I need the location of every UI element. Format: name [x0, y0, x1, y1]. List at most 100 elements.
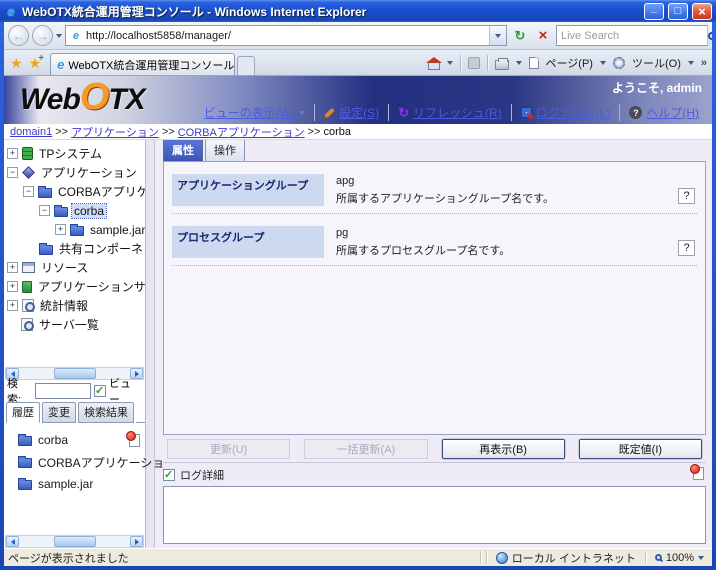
tree-item-resources[interactable]: リソース: [4, 258, 145, 277]
expand-icon[interactable]: [7, 281, 18, 292]
refresh-link[interactable]: リフレッシュ(R): [413, 104, 502, 121]
search-go-button[interactable]: [707, 26, 712, 45]
history-horizontal-scrollbar[interactable]: [5, 535, 144, 548]
tab-changes[interactable]: 変更: [42, 402, 76, 423]
print-dropdown-icon[interactable]: [516, 61, 522, 65]
search-input[interactable]: [557, 30, 707, 42]
expand-icon[interactable]: [7, 262, 18, 273]
zoom-dropdown-icon[interactable]: [698, 556, 704, 560]
tab-operations[interactable]: 操作: [205, 140, 245, 161]
zoom-control[interactable]: 100%: [651, 552, 708, 564]
tree-search-input[interactable]: [35, 383, 91, 399]
tree-item-application-server[interactable]: アプリケーションサーバ: [4, 277, 145, 296]
menu-item-settings[interactable]: 設定(S): [314, 104, 388, 121]
tree-item-shared-components[interactable]: 共有コンポーネント: [4, 239, 145, 258]
log-detail-checkbox[interactable]: [163, 469, 175, 481]
field-value[interactable]: apg: [336, 175, 697, 187]
maximize-button[interactable]: [668, 3, 688, 20]
history-item-label[interactable]: CORBAアプリケーショ: [38, 454, 164, 471]
field-help-button[interactable]: ?: [678, 188, 695, 204]
tree-item-tp-system[interactable]: TPシステム: [4, 144, 145, 163]
collapse-icon[interactable]: [39, 205, 50, 216]
default-value-button[interactable]: 既定値(I): [579, 439, 702, 459]
print-icon[interactable]: [495, 60, 509, 70]
tree-item-label[interactable]: TPシステム: [37, 145, 104, 162]
home-icon[interactable]: [428, 62, 440, 70]
feeds-icon[interactable]: [468, 57, 480, 69]
menu-item-refresh[interactable]: リフレッシュ(R): [388, 104, 511, 121]
tools-menu-button[interactable]: ツール(O): [632, 55, 681, 71]
back-button[interactable]: [8, 25, 29, 46]
log-alert-icon[interactable]: [129, 434, 140, 447]
home-dropdown-icon[interactable]: [447, 61, 453, 65]
breadcrumb-domain1[interactable]: domain1: [10, 126, 52, 138]
new-tab-stub[interactable]: [237, 56, 255, 75]
field-value[interactable]: pg: [336, 227, 697, 239]
scroll-thumb[interactable]: [54, 368, 96, 379]
history-dropdown-icon[interactable]: [56, 34, 62, 38]
tree-item-server-list[interactable]: サーバ一覧: [4, 315, 145, 334]
tree-item-label[interactable]: リソース: [39, 259, 90, 276]
tree-item-label[interactable]: corba: [72, 204, 106, 218]
help-link[interactable]: ヘルプ(H): [646, 104, 699, 121]
breadcrumb-corba-applications[interactable]: CORBAアプリケーション: [178, 124, 305, 140]
history-item-label[interactable]: corba: [38, 433, 68, 447]
breadcrumb-applications[interactable]: アプリケーション: [71, 124, 159, 140]
scroll-left-icon[interactable]: [6, 536, 19, 547]
forward-button[interactable]: [32, 25, 53, 46]
url-dropdown-button[interactable]: [489, 26, 506, 45]
tree-item-label[interactable]: サーバ一覧: [37, 316, 101, 333]
page-menu-button[interactable]: ページ(P): [546, 55, 593, 71]
add-favorite-icon[interactable]: [29, 55, 42, 72]
scroll-right-icon[interactable]: [130, 536, 143, 547]
history-item-sample-jar[interactable]: sample.jar: [4, 473, 145, 495]
expand-icon[interactable]: [7, 148, 18, 159]
page-icon[interactable]: [529, 57, 539, 69]
scroll-thumb[interactable]: [54, 536, 96, 547]
collapse-icon[interactable]: [23, 186, 34, 197]
menu-item-view[interactable]: ビューの表示(W): [195, 104, 314, 121]
tree-item-statistics[interactable]: 統計情報: [4, 296, 145, 315]
panel-divider[interactable]: [146, 140, 155, 548]
log-alert-icon[interactable]: [693, 467, 704, 480]
logout-link[interactable]: ログアウト(L): [536, 104, 611, 121]
gear-icon[interactable]: [613, 57, 625, 69]
collapse-icon[interactable]: [7, 167, 18, 178]
view-menu-dropdown-icon[interactable]: [299, 111, 305, 115]
tree-item-corba-applications[interactable]: CORBAアプリケーショ: [4, 182, 145, 201]
tree-item-applications[interactable]: アプリケーション: [4, 163, 145, 182]
minimize-button[interactable]: [644, 3, 664, 20]
browser-tab[interactable]: WebOTX統合運用管理コンソール: [50, 53, 235, 75]
redisplay-button[interactable]: 再表示(B): [442, 439, 565, 459]
stop-button[interactable]: [533, 26, 553, 46]
field-help-button[interactable]: ?: [678, 240, 695, 256]
menu-item-help[interactable]: ヘルプ(H): [619, 104, 708, 121]
log-output-area[interactable]: [163, 486, 706, 544]
settings-link[interactable]: 設定(S): [339, 104, 379, 121]
close-button[interactable]: [692, 3, 712, 20]
favorites-icon[interactable]: [10, 55, 23, 72]
tab-attributes[interactable]: 属性: [163, 140, 203, 161]
refresh-button[interactable]: [510, 26, 530, 46]
expand-icon[interactable]: [55, 224, 66, 235]
url-text[interactable]: http://localhost5858/manager/: [86, 30, 486, 42]
tree-item-label[interactable]: sample.jar: [88, 223, 145, 237]
expand-icon[interactable]: [7, 300, 18, 311]
view-checkbox[interactable]: [94, 385, 106, 397]
tools-dropdown-icon[interactable]: [688, 61, 694, 65]
tree-item-label[interactable]: 統計情報: [38, 297, 90, 314]
tree-item-label[interactable]: CORBAアプリケーショ: [56, 183, 145, 200]
live-search-box[interactable]: [556, 25, 708, 46]
tree-item-corba[interactable]: corba: [4, 201, 145, 220]
tree-item-label[interactable]: 共有コンポーネント: [57, 240, 145, 257]
zoom-level[interactable]: 100%: [666, 552, 694, 564]
tab-search-results[interactable]: 検索結果: [78, 402, 134, 423]
more-commands-button[interactable]: »: [701, 57, 707, 69]
page-dropdown-icon[interactable]: [600, 61, 606, 65]
tab-history[interactable]: 履歴: [6, 402, 40, 423]
url-field[interactable]: http://localhost5858/manager/: [65, 25, 507, 46]
history-item-corba[interactable]: corba: [4, 429, 145, 451]
history-item-label[interactable]: sample.jar: [38, 477, 93, 491]
menu-item-logout[interactable]: ログアウト(L): [511, 104, 620, 121]
tree-item-label[interactable]: アプリケーション: [39, 164, 139, 181]
